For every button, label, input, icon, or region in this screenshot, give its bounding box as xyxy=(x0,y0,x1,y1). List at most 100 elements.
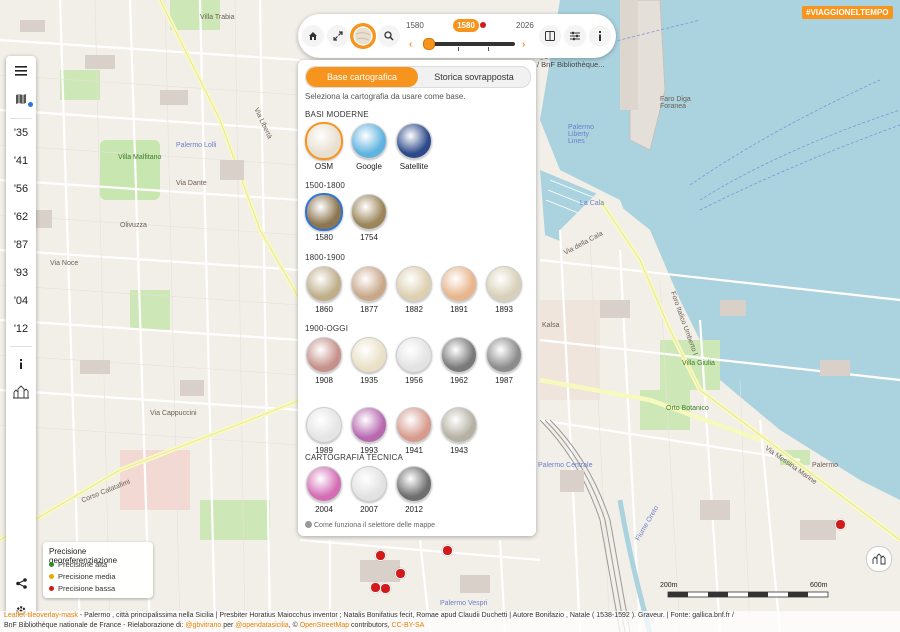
basemap-option[interactable]: 1943 xyxy=(440,407,478,457)
basemap-option[interactable]: 1935 xyxy=(350,337,388,387)
basemap-option[interactable]: 1860 xyxy=(305,266,343,316)
basemap-option-label: 1891 xyxy=(450,305,468,314)
year-button-87[interactable]: '87 xyxy=(6,234,36,256)
basemap-thumbnail xyxy=(305,193,343,231)
info-icon[interactable] xyxy=(589,25,611,47)
home-icon[interactable] xyxy=(302,25,324,47)
basemap-option[interactable]: 1893 xyxy=(485,266,523,316)
basemap-thumbnail xyxy=(396,407,432,443)
attribution-link-osm[interactable]: OpenStreetMap xyxy=(300,622,349,629)
split-view-icon[interactable] xyxy=(539,25,561,47)
basemap-option[interactable]: Satellite xyxy=(395,123,433,173)
basemap-thumbnail xyxy=(486,266,522,302)
year-button-93[interactable]: '93 xyxy=(6,262,36,284)
attribution-line1: - Palermo , città principalissima nella … xyxy=(77,612,734,619)
map-label-orto-botanico: Orto Botanico xyxy=(666,405,709,412)
basemap-thumbnail xyxy=(486,337,522,373)
basemap-option[interactable]: 2007 xyxy=(350,466,388,516)
basemap-option[interactable]: 1962 xyxy=(440,337,478,387)
attribution-link-opendatasicilia[interactable]: @opendatasicilia xyxy=(235,622,288,629)
basemap-thumbnail xyxy=(396,466,432,502)
scale-label-right: 600m xyxy=(810,582,828,589)
basemap-thumbnail xyxy=(306,337,342,373)
basemap-thumbnail xyxy=(396,266,432,302)
basemap-thumbnail xyxy=(351,407,387,443)
help-link[interactable]: Come funziona il selettore delle mappe xyxy=(305,521,435,529)
year-button-04[interactable]: '04 xyxy=(6,290,36,312)
map-layers-icon[interactable] xyxy=(6,88,36,110)
map-label-villa-giulia: Villa Giulia xyxy=(682,360,715,367)
basemap-option[interactable]: 1989 xyxy=(305,407,343,457)
attribution-sep: per xyxy=(221,622,236,629)
basemap-option-label: 1877 xyxy=(360,305,378,314)
basemap-option-label: 1882 xyxy=(405,305,423,314)
attribution-link-license[interactable]: CC-BY-SA xyxy=(392,622,425,629)
cityscape-icon[interactable] xyxy=(6,381,36,403)
tab-base-cartografica[interactable]: Base cartografica xyxy=(306,67,418,87)
georef-precision-legend: Precisione georeferenziazione Precisione… xyxy=(43,542,153,598)
map-marker[interactable] xyxy=(835,519,846,530)
hamburger-menu-icon[interactable] xyxy=(6,60,36,82)
basemap-option[interactable]: 1891 xyxy=(440,266,478,316)
globe-icon[interactable] xyxy=(350,23,376,49)
info-icon[interactable] xyxy=(6,353,36,375)
attribution-link-author[interactable]: @gbvitrano xyxy=(185,622,221,629)
sliders-icon[interactable] xyxy=(564,25,586,47)
year-button-62[interactable]: '62 xyxy=(6,206,36,228)
map-marker[interactable] xyxy=(395,568,406,579)
attribution-link-plugin[interactable]: Leaflet-tileoverlay-mask xyxy=(4,612,78,619)
basemap-tabs: Base cartografica Storica sovrapposta xyxy=(305,66,531,88)
year-button-41[interactable]: '41 xyxy=(6,150,36,172)
basemap-thumbnail xyxy=(441,337,477,373)
tab-storica-sovrapposta[interactable]: Storica sovrapposta xyxy=(418,67,530,87)
timeline-start-year: 1580 xyxy=(406,21,424,30)
section-title: 1800-1900 xyxy=(305,253,346,262)
basemap-option[interactable]: 1580 xyxy=(305,193,343,244)
legend-dot xyxy=(49,574,54,579)
timeline-slider-handle[interactable] xyxy=(423,38,435,50)
basemap-option[interactable]: 1754 xyxy=(350,194,388,244)
basemap-option[interactable]: 1908 xyxy=(305,337,343,387)
map-marker[interactable] xyxy=(380,583,391,594)
year-button-12[interactable]: '12 xyxy=(6,318,36,340)
timeline-slider-track[interactable] xyxy=(423,42,515,46)
timeline-prev-button[interactable]: ‹ xyxy=(409,39,412,50)
basemap-option[interactable]: Google xyxy=(350,123,388,173)
cityscape-control-icon[interactable] xyxy=(866,546,892,572)
year-button-56[interactable]: '56 xyxy=(6,178,36,200)
hashtag-badge[interactable]: #VIAGGIONELTEMPO xyxy=(802,6,893,19)
help-icon xyxy=(305,521,312,528)
year-button-35[interactable]: '35 xyxy=(6,122,36,144)
search-icon[interactable] xyxy=(378,25,400,47)
basemap-option-label: 1956 xyxy=(405,376,423,385)
basemap-thumbnail xyxy=(351,123,387,159)
map-scale-bar xyxy=(667,591,829,598)
basemap-option[interactable]: 2004 xyxy=(305,466,343,516)
basemap-option[interactable]: 1993 xyxy=(350,407,388,457)
basemap-option[interactable]: 1882 xyxy=(395,266,433,316)
basemap-option[interactable]: 1956 xyxy=(395,337,433,387)
basemap-option-label: 2012 xyxy=(405,505,423,514)
section-title: CARTOGRAFIA TECNICA xyxy=(305,453,404,462)
basemap-option[interactable]: 2012 xyxy=(395,466,433,516)
attribution-sep: contributors, xyxy=(349,622,392,629)
map-label-faro: Faro Diga Foranea xyxy=(660,96,691,110)
basemap-thumbnail xyxy=(351,466,387,502)
section-title: 1500-1800 xyxy=(305,181,346,190)
expand-icon[interactable] xyxy=(327,25,349,47)
section-title: 1900-OGGI xyxy=(305,324,349,333)
basemap-option-label: 1943 xyxy=(450,446,468,455)
map-marker[interactable] xyxy=(442,545,453,556)
basemap-option[interactable]: 1877 xyxy=(350,266,388,316)
map-label-la-cala: La Cala xyxy=(580,200,605,207)
map-label-palermo-vespri: Palermo Vespri xyxy=(440,600,488,607)
basemap-thumbnail xyxy=(351,266,387,302)
basemap-option-label: 1962 xyxy=(450,376,468,385)
share-icon[interactable] xyxy=(6,572,36,594)
timeline-next-button[interactable]: › xyxy=(522,39,525,50)
basemap-option[interactable]: OSM xyxy=(305,122,343,173)
map-label-via-cappuccini: Via Cappuccini xyxy=(150,410,197,417)
basemap-option[interactable]: 1941 xyxy=(395,407,433,457)
map-marker[interactable] xyxy=(375,550,386,561)
basemap-option[interactable]: 1987 xyxy=(485,337,523,387)
